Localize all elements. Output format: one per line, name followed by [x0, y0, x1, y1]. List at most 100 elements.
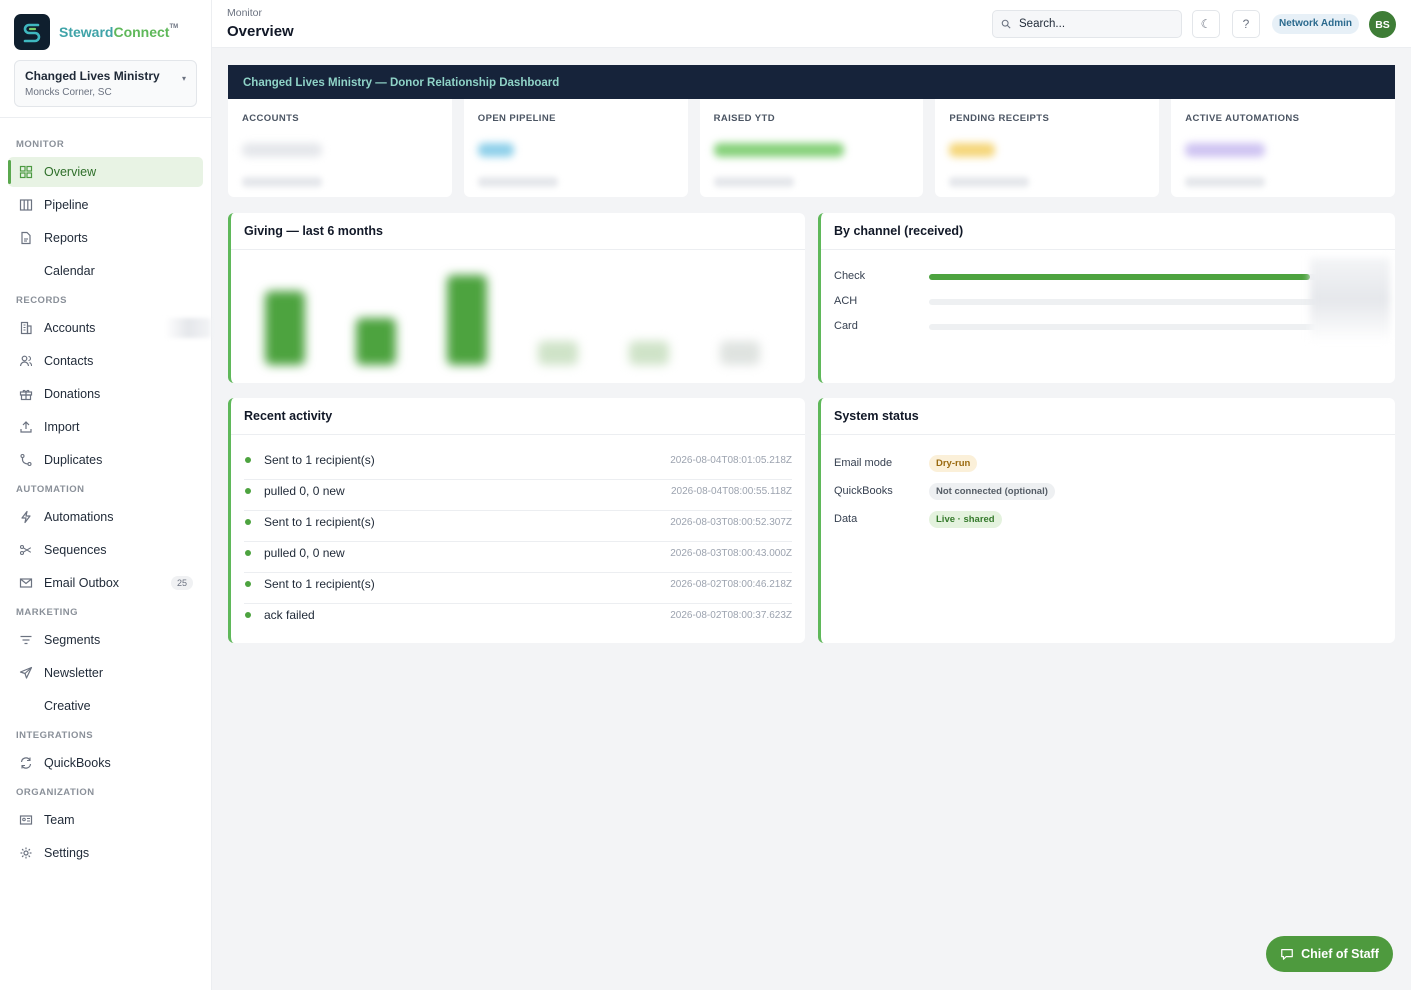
nav-section-automation: AUTOMATION	[16, 484, 85, 495]
stat-sub-blurred	[713, 177, 794, 187]
channel-title: By channel (received)	[821, 213, 1395, 250]
activity-item[interactable]: Sent to 1 recipient(s) 2026-08-03T08:00:5…	[244, 511, 792, 542]
sidebar-item-quickbooks[interactable]: QuickBooks	[8, 748, 203, 778]
building-icon	[18, 320, 34, 336]
system-row-email-mode: Email mode Dry-run	[834, 455, 1234, 473]
sidebar-item-segments[interactable]: Segments	[8, 625, 203, 655]
status-dot-icon	[245, 581, 251, 587]
logo	[14, 14, 50, 50]
channel-label: Card	[834, 320, 858, 332]
stat-value-blurred	[1185, 143, 1266, 157]
sidebar-item-overview[interactable]: Overview	[8, 157, 203, 187]
activity-item[interactable]: Sent to 1 recipient(s) 2026-08-02T08:00:4…	[244, 573, 792, 604]
activity-text: Sent to 1 recipient(s)	[264, 453, 375, 467]
sidebar-item-reports[interactable]: Reports	[8, 223, 203, 253]
org-location: Moncks Corner, SC	[25, 87, 112, 98]
sidebar-item-calendar[interactable]: Calendar	[8, 256, 203, 286]
chart-bar	[538, 341, 578, 365]
sidebar-item-donations[interactable]: Donations	[8, 379, 203, 409]
sidebar-item-label: Segments	[44, 633, 101, 647]
status-dot-icon	[245, 457, 251, 463]
sidebar-item-duplicates[interactable]: Duplicates	[8, 445, 203, 475]
chief-of-staff-button[interactable]: Chief of Staff	[1266, 936, 1393, 972]
activity-item[interactable]: ack failed 2026-08-02T08:00:37.623Z	[244, 604, 792, 635]
stat-label: ACTIVE AUTOMATIONS	[1185, 113, 1300, 124]
stat-card-raised-ytd[interactable]: RAISED YTD	[699, 99, 924, 197]
sidebar-item-sequences[interactable]: Sequences	[8, 535, 203, 565]
sidebar-item-automations[interactable]: Automations	[8, 502, 203, 532]
columns-icon	[18, 197, 34, 213]
grid-icon	[18, 164, 34, 180]
role-badge[interactable]: Network Admin	[1272, 14, 1359, 34]
system-label: Data	[834, 513, 858, 525]
blank-icon	[18, 698, 34, 714]
chat-icon	[1281, 949, 1293, 960]
stat-card-open-pipeline[interactable]: OPEN PIPELINE	[463, 99, 688, 197]
mail-icon	[18, 575, 34, 591]
sidebar-item-accounts[interactable]: Accounts	[8, 313, 211, 343]
activity-item[interactable]: Sent to 1 recipient(s) 2026-08-04T08:01:0…	[244, 449, 792, 480]
system-row-quickbooks: QuickBooks Not connected (optional)	[834, 483, 1234, 501]
sidebar-item-creative[interactable]: Creative	[8, 691, 203, 721]
activity-text: pulled 0, 0 new	[264, 484, 345, 498]
sidebar-item-label: QuickBooks	[44, 756, 111, 770]
stat-card-accounts[interactable]: ACCOUNTS	[228, 99, 452, 197]
activity-item[interactable]: pulled 0, 0 new 2026-08-03T08:00:43.000Z	[244, 542, 792, 573]
id-card-icon	[18, 812, 34, 828]
chief-of-staff-label: Chief of Staff	[1301, 947, 1379, 961]
sidebar: StewardConnectTM Changed Lives Ministry …	[0, 0, 212, 990]
search-input[interactable]	[1019, 18, 1169, 30]
users-icon	[18, 353, 34, 369]
activity-text: Sent to 1 recipient(s)	[264, 515, 375, 529]
sidebar-item-settings[interactable]: Settings	[8, 838, 203, 868]
giving-title: Giving — last 6 months	[231, 213, 805, 250]
status-dot-icon	[245, 519, 251, 525]
stat-label: ACCOUNTS	[242, 113, 300, 124]
brand[interactable]: StewardConnectTM	[0, 0, 211, 50]
stat-card-active-automations[interactable]: ACTIVE AUTOMATIONS	[1171, 99, 1395, 197]
sidebar-item-import[interactable]: Import	[8, 412, 203, 442]
system-panel: System status Email mode Dry-run QuickBook…	[818, 398, 1395, 643]
system-label: QuickBooks	[834, 485, 893, 497]
gift-icon	[18, 386, 34, 402]
sidebar-item-team[interactable]: Team	[8, 805, 203, 835]
breadcrumb[interactable]: Monitor	[227, 7, 262, 19]
activity-text: ack failed	[264, 608, 315, 622]
help-button[interactable]: ?	[1232, 10, 1260, 38]
channel-panel: By channel (received) Check ACH Card	[818, 213, 1395, 383]
sidebar-item-label: Calendar	[44, 264, 95, 278]
sidebar-item-pipeline[interactable]: Pipeline	[8, 190, 203, 220]
activity-timestamp: 2026-08-04T08:01:05.218Z	[670, 455, 792, 466]
chart-bar	[720, 341, 760, 365]
sidebar-item-label: Email Outbox	[44, 576, 120, 590]
sidebar-item-label: Newsletter	[44, 666, 104, 680]
chevron-down-icon: ▾	[181, 74, 186, 83]
sidebar-item-contacts[interactable]: Contacts	[8, 346, 203, 376]
activity-timestamp: 2026-08-02T08:00:37.623Z	[670, 610, 792, 621]
nav-section-organization: ORGANIZATION	[16, 787, 95, 798]
stats-row: ACCOUNTS OPEN PIPELINE RAISED YTD PENDING R…	[228, 99, 1395, 197]
sidebar-item-email-outbox[interactable]: Email Outbox 25	[8, 568, 203, 598]
sidebar-item-label: Reports	[44, 231, 88, 245]
file-icon	[18, 230, 34, 246]
search-box[interactable]	[992, 10, 1182, 38]
help-icon: ?	[1242, 17, 1250, 31]
activity-list: Sent to 1 recipient(s) 2026-08-04T08:01:0…	[231, 449, 805, 635]
brand-name-part2: Connect	[113, 24, 170, 40]
logo-mark-icon	[23, 23, 41, 43]
sidebar-item-newsletter[interactable]: Newsletter	[8, 658, 203, 688]
sidebar-item-label: Duplicates	[44, 453, 103, 467]
theme-toggle-button[interactable]: ☾	[1192, 10, 1220, 38]
channel-bar-track	[929, 299, 1339, 305]
moon-icon: ☾	[1200, 17, 1212, 31]
stat-card-pending-receipts[interactable]: PENDING RECEIPTS	[935, 99, 1160, 197]
sidebar-item-label: Contacts	[44, 354, 94, 368]
org-switcher[interactable]: Changed Lives Ministry Moncks Corner, SC…	[14, 60, 197, 107]
channel-bar-fill	[929, 274, 1311, 280]
activity-item[interactable]: pulled 0, 0 new 2026-08-04T08:00:55.118Z	[244, 480, 792, 511]
activity-timestamp: 2026-08-02T08:00:46.218Z	[670, 579, 792, 590]
activity-panel: Recent activity Sent to 1 recipient(s) 20…	[228, 398, 805, 643]
blurred-chip	[165, 318, 211, 338]
avatar[interactable]: BS	[1369, 11, 1396, 38]
stat-sub-blurred	[1185, 177, 1266, 187]
